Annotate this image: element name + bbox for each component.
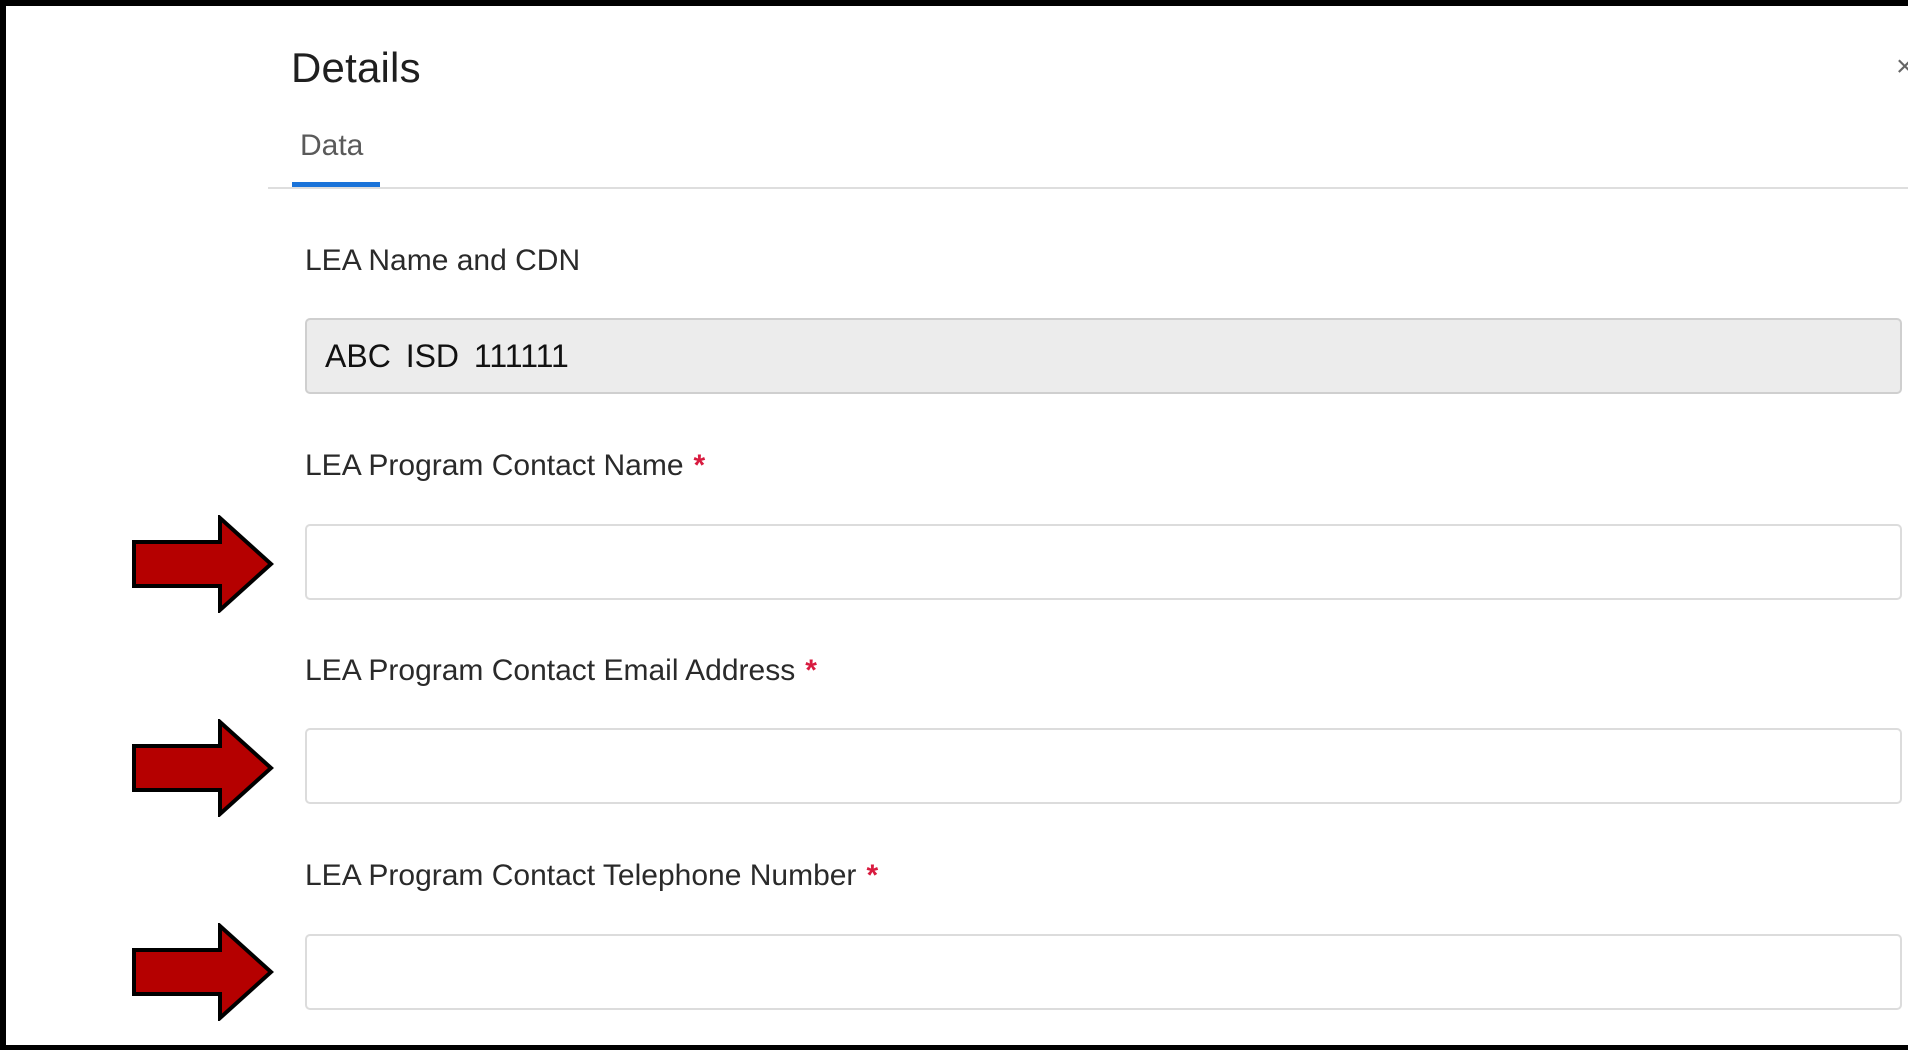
contact-telephone-label: LEA Program Contact Telephone Number *	[305, 856, 878, 896]
tab-label: Data	[300, 129, 364, 162]
contact-name-label: LEA Program Contact Name *	[305, 446, 705, 486]
right-arrow-icon	[132, 515, 274, 613]
field-label-text: LEA Program Contact Telephone Number	[305, 859, 857, 892]
lea-name-cdn-field: ABC ISD 111111	[305, 318, 1902, 394]
required-indicator: *	[693, 449, 706, 482]
contact-name-input[interactable]	[305, 524, 1902, 600]
right-arrow-icon	[132, 923, 274, 1021]
right-arrow-icon	[132, 719, 274, 817]
required-indicator: *	[805, 654, 817, 687]
contact-telephone-input[interactable]	[305, 934, 1902, 1010]
required-indicator: *	[866, 859, 879, 892]
close-icon[interactable]: ×	[1896, 50, 1908, 84]
contact-email-label: LEA Program Contact Email Address *	[305, 651, 817, 691]
tabs-divider	[268, 187, 1908, 189]
contact-email-input[interactable]	[305, 728, 1902, 804]
field-label-text: LEA Name and CDN	[305, 244, 581, 277]
field-label-text: LEA Program Contact Name	[305, 449, 684, 482]
panel-title: Details	[291, 44, 421, 91]
tab-data[interactable]: Data	[292, 118, 380, 190]
lea-name-cdn-label: LEA Name and CDN	[305, 241, 580, 281]
field-label-text: LEA Program Contact Email Address	[305, 654, 796, 687]
